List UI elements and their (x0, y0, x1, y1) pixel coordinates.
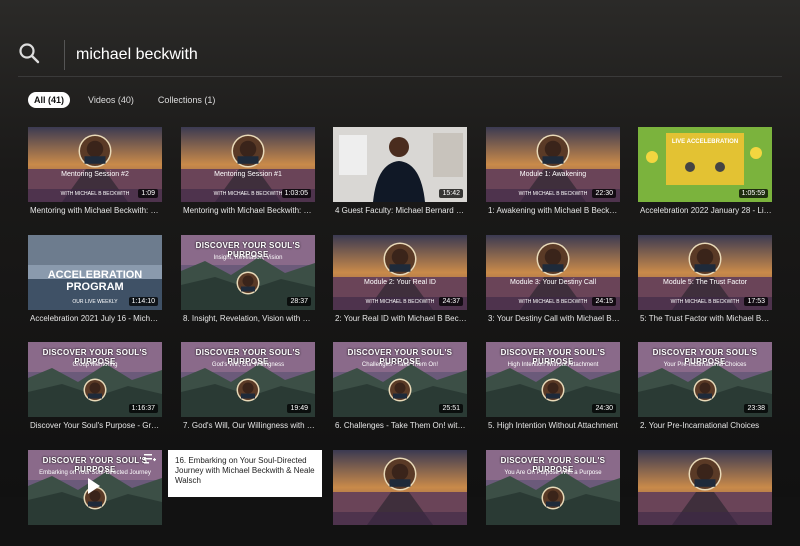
search-bar (18, 36, 782, 77)
video-card[interactable]: WITH MICHAEL B BECKWITH Module 5: The Tru… (638, 235, 772, 331)
video-thumbnail[interactable]: DISCOVER YOUR SOUL'S PURPOSE Insight, Rev… (181, 235, 315, 310)
tab-all[interactable]: All (41) (28, 92, 71, 108)
duration-badge: 22:30 (592, 189, 616, 198)
video-card[interactable]: DISCOVER YOUR SOUL'S PURPOSE Group Mentor… (28, 342, 162, 438)
video-card[interactable] (333, 450, 467, 546)
video-card[interactable]: OUR LIVE WEEKLY ACCELEBRATION PROGRAM 1:14… (28, 235, 162, 331)
video-title[interactable]: 6. Challenges - Take Them On! with Micha… (335, 421, 467, 430)
video-thumbnail[interactable]: WITH MICHAEL B BECKWITH Module 3: Your De… (486, 235, 620, 310)
thumbnail-art (638, 450, 772, 525)
video-title[interactable]: Mentoring with Michael Beckwith: Session… (30, 206, 162, 215)
video-title[interactable]: 2. Your Pre-Incarnational Choices (640, 421, 772, 430)
video-card[interactable]: DISCOVER YOUR SOUL'S PURPOSE Insight, Rev… (181, 235, 315, 331)
video-thumbnail[interactable]: WITH MICHAEL B BECKWITH Mentoring Session… (28, 127, 162, 202)
video-thumbnail[interactable]: DISCOVER YOUR SOUL'S PURPOSE Embarking on… (28, 450, 162, 525)
video-card[interactable]: 15:42 4 Guest Faculty: Michael Bernard Be… (333, 127, 467, 223)
duration-badge: 1:03:05 (281, 189, 311, 198)
thumbnail-overlay-text: Module 5: The Trust Factor (663, 279, 747, 286)
thumbnail-art (333, 450, 467, 525)
thumbnail-overlay-text: God's Will, Our Willingness (211, 362, 285, 368)
video-thumbnail[interactable]: WITH MICHAEL B BECKWITH Module 5: The Tru… (638, 235, 772, 310)
video-title[interactable]: 2: Your Real ID with Michael B Beckwith (335, 314, 467, 323)
video-card[interactable]: WITH MICHAEL B BECKWITH Module 1: Awakeni… (486, 127, 620, 223)
duration-badge: 24:15 (592, 297, 616, 306)
video-card[interactable]: DISCOVER YOUR SOUL'S PURPOSE God's Will, … (181, 342, 315, 438)
thumbnail-overlay-text: Module 3: Your Destiny Call (510, 279, 596, 286)
playlist-queue-icon[interactable] (144, 454, 156, 464)
duration-badge: 24:30 (592, 404, 616, 413)
video-card[interactable]: DISCOVER YOUR SOUL'S PURPOSE You Are On P… (486, 450, 620, 546)
video-card[interactable]: WITH MICHAEL B BECKWITH Mentoring Session… (181, 127, 315, 223)
title-tooltip: 16. Embarking on Your Soul-Directed Jour… (168, 450, 322, 497)
video-title[interactable]: 4 Guest Faculty: Michael Bernard Beckwit… (335, 206, 467, 215)
duration-badge: 1:14:10 (128, 297, 158, 306)
video-title[interactable]: Accelebration 2021 July 16 - Michael Bec… (30, 314, 162, 323)
thumbnail-overlay-text: Challenges - Take Them On! (361, 362, 439, 368)
video-thumbnail[interactable]: WITH MICHAEL B BECKWITH Mentoring Session… (181, 127, 315, 202)
thumbnail-overlay-text: Your Pre-Incarnational Choices (663, 362, 747, 368)
play-icon[interactable] (88, 478, 100, 494)
video-thumbnail[interactable] (333, 450, 467, 525)
video-title[interactable]: Accelebration 2022 January 28 - Live (640, 206, 772, 215)
thumbnail-overlay-text: High Intention Without Attachment (507, 362, 599, 368)
video-thumbnail[interactable]: WITH MICHAEL B BECKWITH Module 1: Awakeni… (486, 127, 620, 202)
duration-badge: 17:53 (744, 297, 768, 306)
video-card[interactable]: WITH MICHAEL B BECKWITH Module 3: Your De… (486, 235, 620, 331)
video-thumbnail[interactable]: LIVE ACCELEBRATION 1:05:59 (638, 127, 772, 202)
video-title[interactable]: 5: The Trust Factor with Michael Beckwit… (640, 314, 772, 323)
video-title[interactable]: 5. High Intention Without Attachment (488, 421, 620, 430)
search-divider (64, 40, 65, 70)
video-thumbnail[interactable]: DISCOVER YOUR SOUL'S PURPOSE Group Mentor… (28, 342, 162, 417)
search-icon[interactable] (18, 42, 40, 64)
duration-badge: 1:09 (138, 189, 158, 198)
search-input[interactable] (76, 43, 756, 67)
thumbnail-overlay-text: Mentoring Session #1 (214, 171, 282, 178)
video-thumbnail[interactable]: DISCOVER YOUR SOUL'S PURPOSE God's Will, … (181, 342, 315, 417)
duration-badge: 28:37 (287, 297, 311, 306)
tab-videos[interactable]: Videos (40) (82, 92, 140, 108)
video-thumbnail[interactable]: 15:42 (333, 127, 467, 202)
video-card[interactable]: WITH MICHAEL B BECKWITH Module 2: Your Re… (333, 235, 467, 331)
video-title[interactable]: 8. Insight, Revelation, Vision with Mich… (183, 314, 315, 323)
video-thumbnail[interactable]: DISCOVER YOUR SOUL'S PURPOSE Your Pre-Inc… (638, 342, 772, 417)
video-thumbnail[interactable]: DISCOVER YOUR SOUL'S PURPOSE Challenges -… (333, 342, 467, 417)
video-card[interactable]: LIVE ACCELEBRATION 1:05:59 Accelebration 2… (638, 127, 772, 223)
video-thumbnail[interactable]: DISCOVER YOUR SOUL'S PURPOSE You Are On P… (486, 450, 620, 525)
thumbnail-overlay-text: Module 2: Your Real ID (364, 279, 436, 286)
video-title[interactable]: 1: Awakening with Michael B Beckwith (488, 206, 620, 215)
video-title[interactable]: Discover Your Soul's Purpose - Group Men… (30, 421, 162, 430)
video-thumbnail[interactable]: OUR LIVE WEEKLY ACCELEBRATION PROGRAM 1:14… (28, 235, 162, 310)
tab-collections[interactable]: Collections (1) (152, 92, 222, 108)
video-card[interactable]: DISCOVER YOUR SOUL'S PURPOSE High Intenti… (486, 342, 620, 438)
video-card[interactable]: WITH MICHAEL B BECKWITH Mentoring Session… (28, 127, 162, 223)
video-card[interactable]: DISCOVER YOUR SOUL'S PURPOSE Your Pre-Inc… (638, 342, 772, 438)
thumbnail-overlay-text: ACCELEBRATION PROGRAM (47, 269, 143, 293)
thumbnail-overlay-text: LIVE ACCELEBRATION (671, 139, 739, 145)
video-thumbnail[interactable]: WITH MICHAEL B BECKWITH Module 2: Your Re… (333, 235, 467, 310)
video-card[interactable] (638, 450, 772, 546)
thumbnail-overlay-text: Group Mentoring (72, 362, 118, 368)
video-title[interactable]: Mentoring with Michael Beckwith: Session… (183, 206, 315, 215)
thumbnail-overlay-text: You Are On Purpose With a Purpose (504, 470, 602, 476)
video-thumbnail[interactable]: DISCOVER YOUR SOUL'S PURPOSE High Intenti… (486, 342, 620, 417)
duration-badge: 24:37 (439, 297, 463, 306)
duration-badge: 1:16:37 (128, 404, 158, 413)
thumbnail-overlay-text: Embarking on Your Soul-Directed Journey (39, 470, 151, 476)
filter-tabs: All (41) Videos (40) Collections (1) (28, 92, 233, 108)
duration-badge: 1:05:59 (738, 189, 768, 198)
video-card[interactable]: DISCOVER YOUR SOUL'S PURPOSE Challenges -… (333, 342, 467, 438)
video-title[interactable]: 3: Your Destiny Call with Michael Beckwi… (488, 314, 620, 323)
thumbnail-overlay-text: Module 1: Awakening (519, 171, 587, 178)
video-thumbnail[interactable] (638, 450, 772, 525)
duration-badge: 15:42 (439, 189, 463, 198)
video-title[interactable]: 7. God's Will, Our Willingness with Mich… (183, 421, 315, 430)
duration-badge: 19:49 (287, 404, 311, 413)
thumbnail-overlay-text: Mentoring Session #2 (61, 171, 129, 178)
video-card[interactable]: DISCOVER YOUR SOUL'S PURPOSE Embarking on… (28, 450, 162, 546)
duration-badge: 25:51 (439, 404, 463, 413)
thumbnail-overlay-text: Insight, Revelation, Vision (213, 255, 283, 261)
duration-badge: 23:38 (744, 404, 768, 413)
